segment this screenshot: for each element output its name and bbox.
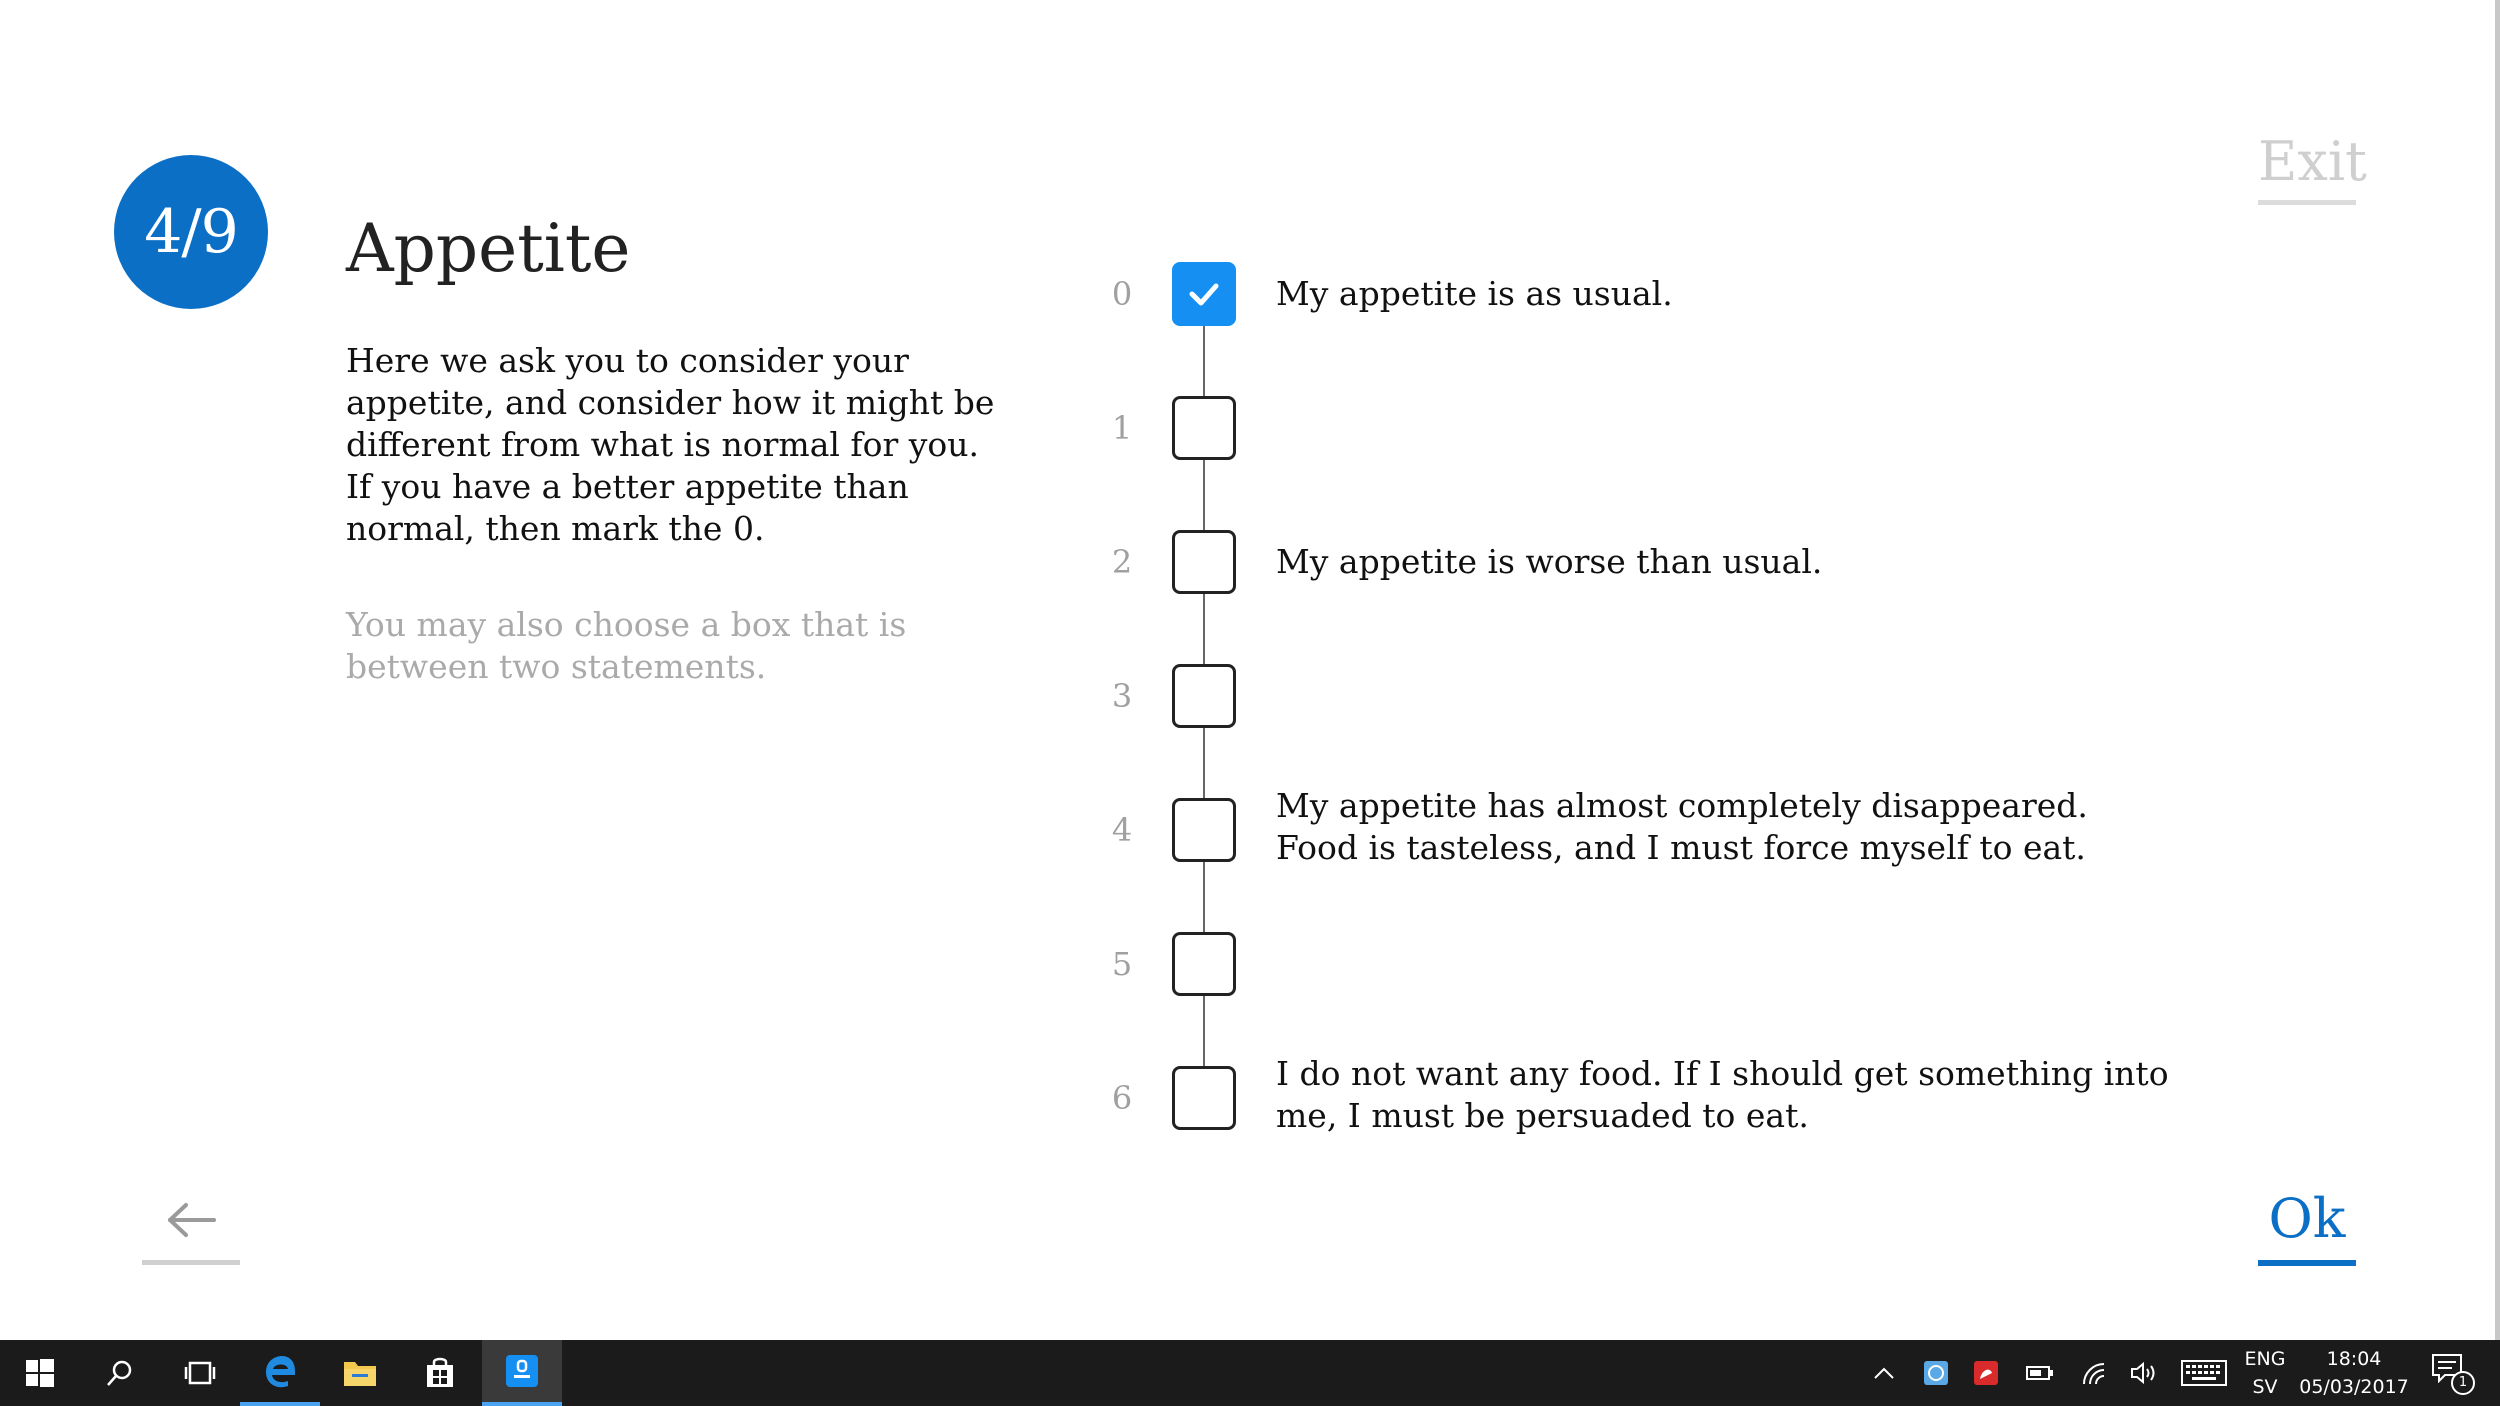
option-checkbox-4[interactable]: [1172, 798, 1236, 862]
network-button[interactable]: [2074, 1340, 2114, 1406]
option-checkbox-5[interactable]: [1172, 932, 1236, 996]
taskbar-store[interactable]: [400, 1340, 480, 1406]
taskbar-active-app[interactable]: [482, 1340, 562, 1406]
option-number: 2: [1111, 543, 1133, 581]
option-number: 6: [1111, 1079, 1133, 1117]
option-row-3[interactable]: 3: [1100, 664, 2200, 728]
show-hidden-icons-button[interactable]: [1866, 1340, 1902, 1406]
ok-button[interactable]: Ok: [2258, 1180, 2356, 1266]
tray-blue-app-icon: [1924, 1361, 1948, 1385]
task-view-icon: [184, 1361, 216, 1385]
arrow-left-icon: [168, 1203, 216, 1237]
option-number: 3: [1111, 677, 1133, 715]
notification-count: 1: [2451, 1371, 2475, 1395]
survey-app-icon: [506, 1355, 538, 1387]
wifi-icon: [2083, 1363, 2105, 1385]
language-label: ENG: [2244, 1348, 2286, 1370]
option-checkbox-1[interactable]: [1172, 396, 1236, 460]
clock-button[interactable]: 18:04 05/03/2017: [2296, 1340, 2412, 1406]
search-button[interactable]: [80, 1340, 160, 1406]
option-row-2[interactable]: 2 My appetite is worse than usual.: [1100, 530, 2200, 594]
tray-app-red[interactable]: [1966, 1340, 2006, 1406]
tray-app-blue[interactable]: [1916, 1340, 1956, 1406]
keyboard-icon: [2181, 1360, 2227, 1386]
instructions-text: Here we ask you to consider your appetit…: [346, 341, 995, 548]
option-number: 0: [1111, 275, 1133, 313]
option-checkbox-2[interactable]: [1172, 530, 1236, 594]
taskbar-file-explorer[interactable]: [320, 1340, 400, 1406]
option-row-4[interactable]: 4 My appetite has almost completely disa…: [1100, 786, 2200, 867]
taskbar-edge-browser[interactable]: [240, 1340, 320, 1406]
exit-button[interactable]: Exit: [2258, 128, 2367, 205]
page-title: Appetite: [346, 210, 631, 287]
windows-logo-icon: [26, 1359, 54, 1387]
option-row-5[interactable]: 5: [1100, 932, 2200, 996]
clock-time: 18:04: [2326, 1348, 2382, 1370]
tray-red-app-icon: [1974, 1361, 1998, 1385]
option-number: 1: [1111, 409, 1133, 447]
scrollbar-edge: [2495, 0, 2500, 1340]
option-row-6[interactable]: 6 I do not want any food. If I should ge…: [1100, 1054, 2200, 1135]
language-button[interactable]: ENG SV: [2240, 1340, 2290, 1406]
option-checkbox-0[interactable]: [1172, 262, 1236, 326]
progress-indicator: 4/9: [114, 155, 268, 309]
option-number: 4: [1111, 811, 1133, 849]
hint-text: You may also choose a box that is betwee…: [346, 605, 907, 686]
option-text-6: I do not want any food. If I should get …: [1276, 1054, 2169, 1135]
option-row-0[interactable]: 0 My appetite is as usual.: [1100, 262, 2200, 326]
search-icon: [107, 1360, 132, 1386]
clock-date: 05/03/2017: [2299, 1376, 2409, 1398]
option-row-1[interactable]: 1: [1100, 396, 2200, 460]
touch-keyboard-button[interactable]: [2176, 1340, 2232, 1406]
start-button[interactable]: [0, 1340, 80, 1406]
volume-button[interactable]: [2124, 1340, 2164, 1406]
taskbar: ENG SV 18:04 05/03/2017 1: [0, 1340, 2500, 1406]
option-number: 5: [1111, 945, 1133, 983]
option-text-4: My appetite has almost completely disapp…: [1276, 786, 2088, 867]
progress-label: 4/9: [144, 197, 239, 267]
chevron-up-icon: [1874, 1367, 1894, 1379]
action-center-button[interactable]: 1: [2426, 1340, 2476, 1406]
check-icon: [1189, 283, 1219, 306]
option-text-0: My appetite is as usual.: [1276, 274, 1673, 313]
speaker-icon: [2131, 1361, 2155, 1385]
option-checkbox-3[interactable]: [1172, 664, 1236, 728]
back-button[interactable]: [142, 1190, 240, 1265]
option-text-2: My appetite is worse than usual.: [1276, 542, 1823, 581]
edge-browser-icon: [266, 1356, 295, 1388]
folder-icon: [344, 1362, 376, 1386]
store-bag-icon: [427, 1357, 453, 1387]
battery-button[interactable]: [2020, 1340, 2060, 1406]
keyboard-layout-label: SV: [2252, 1376, 2278, 1398]
option-checkbox-6[interactable]: [1172, 1066, 1236, 1130]
task-view-button[interactable]: [160, 1340, 240, 1406]
battery-icon: [2026, 1366, 2053, 1380]
